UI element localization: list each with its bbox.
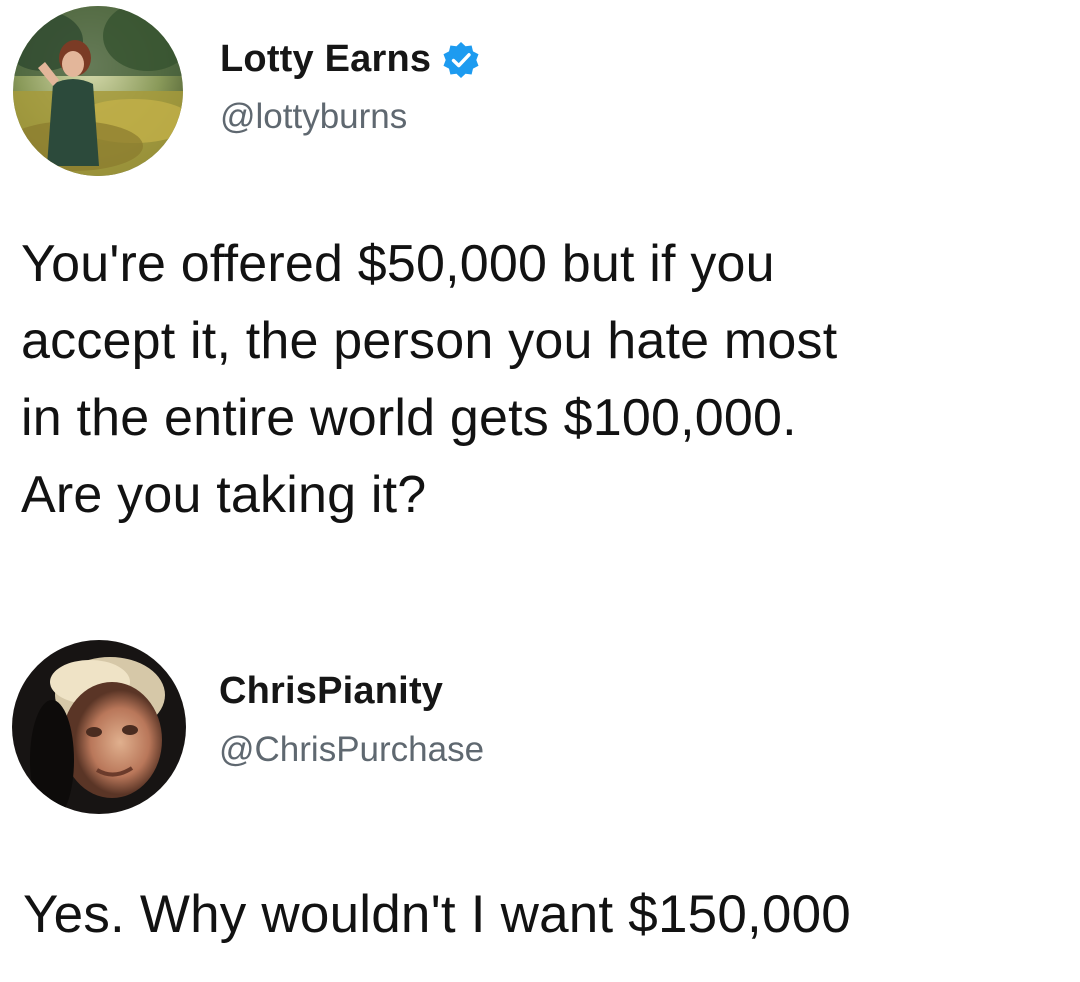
profile-photo-woman-in-field-icon <box>13 6 183 176</box>
display-name[interactable]: ChrisPianity <box>219 670 443 713</box>
display-name-row: ChrisPianity <box>219 670 443 713</box>
tweet-text: You're offered $50,000 but if you accept… <box>21 226 837 534</box>
tweet-text-line: in the entire world gets $100,000. <box>21 389 797 447</box>
user-handle[interactable]: @ChrisPurchase <box>219 730 484 770</box>
tweet-header: Lotty Earns @lottyburns <box>0 0 1080 190</box>
user-handle[interactable]: @lottyburns <box>220 97 407 137</box>
avatar-chris[interactable] <box>12 640 186 814</box>
tweet-text-line: You're offered $50,000 but if you <box>21 235 775 293</box>
tweet-text-line: Yes. Why wouldn't I want $150,000 <box>23 885 851 944</box>
profile-photo-man-portrait-icon <box>12 640 186 814</box>
verified-badge-icon <box>441 40 481 80</box>
display-name[interactable]: Lotty Earns <box>220 38 431 81</box>
tweet-text-line: accept it, the person you hate most <box>21 312 838 370</box>
tweet-original: Lotty Earns @lottyburns You're offered $… <box>0 0 1080 560</box>
tweet-reply: ChrisPianity @ChrisPurchase Yes. Why wou… <box>0 630 1080 982</box>
tweet-header: ChrisPianity @ChrisPurchase <box>0 630 1080 820</box>
avatar-lotty[interactable] <box>13 6 183 176</box>
display-name-row: Lotty Earns <box>220 38 481 81</box>
tweet-text-line: Are you taking it? <box>21 466 427 524</box>
tweet-text: Yes. Why wouldn't I want $150,000 <box>23 880 851 950</box>
